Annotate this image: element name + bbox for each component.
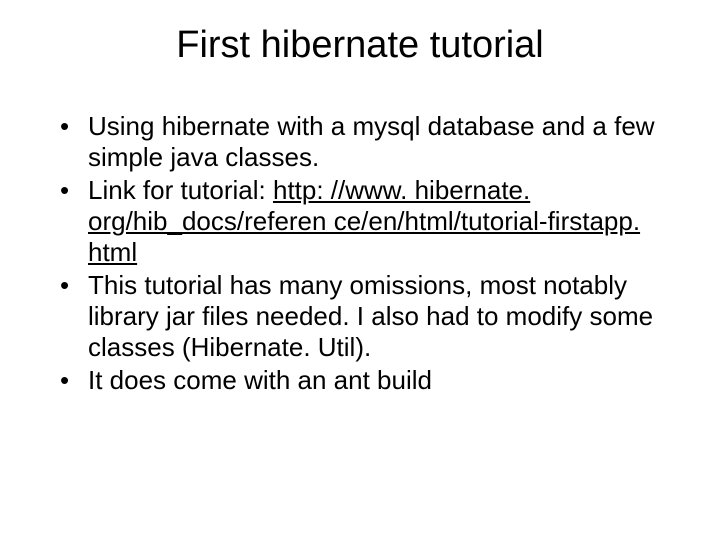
list-item: Link for tutorial: http: //www. hibernat… <box>60 175 680 267</box>
list-item: This tutorial has many omissions, most n… <box>60 270 680 362</box>
bullet-text: Using hibernate with a mysql database an… <box>88 111 655 172</box>
list-item: It does come with an ant build <box>60 365 680 396</box>
bullet-text: This tutorial has many omissions, most n… <box>88 270 653 361</box>
bullet-text: It does come with an ant build <box>88 365 432 395</box>
slide-title: First hibernate tutorial <box>30 24 690 67</box>
slide: First hibernate tutorial Using hibernate… <box>0 0 720 540</box>
bullet-prefix: Link for tutorial: <box>88 175 273 205</box>
bullet-list: Using hibernate with a mysql database an… <box>30 111 690 396</box>
list-item: Using hibernate with a mysql database an… <box>60 111 680 172</box>
